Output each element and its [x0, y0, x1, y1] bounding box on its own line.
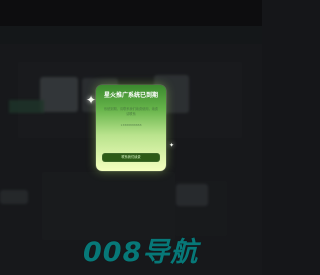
expired-dialog: 星火推广系统已到期 系统到期，请联系我们续费使用，续费请联系 138888888… [96, 85, 166, 171]
contact-button[interactable]: 联系我们续费 [102, 153, 160, 162]
sparkle-icon: ✦ [86, 93, 97, 107]
sparkle-icon: ✦ [169, 142, 175, 149]
dialog-title: 星火推广系统已到期 [103, 92, 158, 99]
dialog-description: 系统到期，请联系我们续费使用，续费请联系 [103, 107, 159, 116]
screen: 008导航 ✦ ✦ 星火推广系统已到期 系统到期，请联系我们续费使用，续费请联系… [0, 0, 262, 275]
contact-phone: 13888888888 [120, 123, 142, 127]
